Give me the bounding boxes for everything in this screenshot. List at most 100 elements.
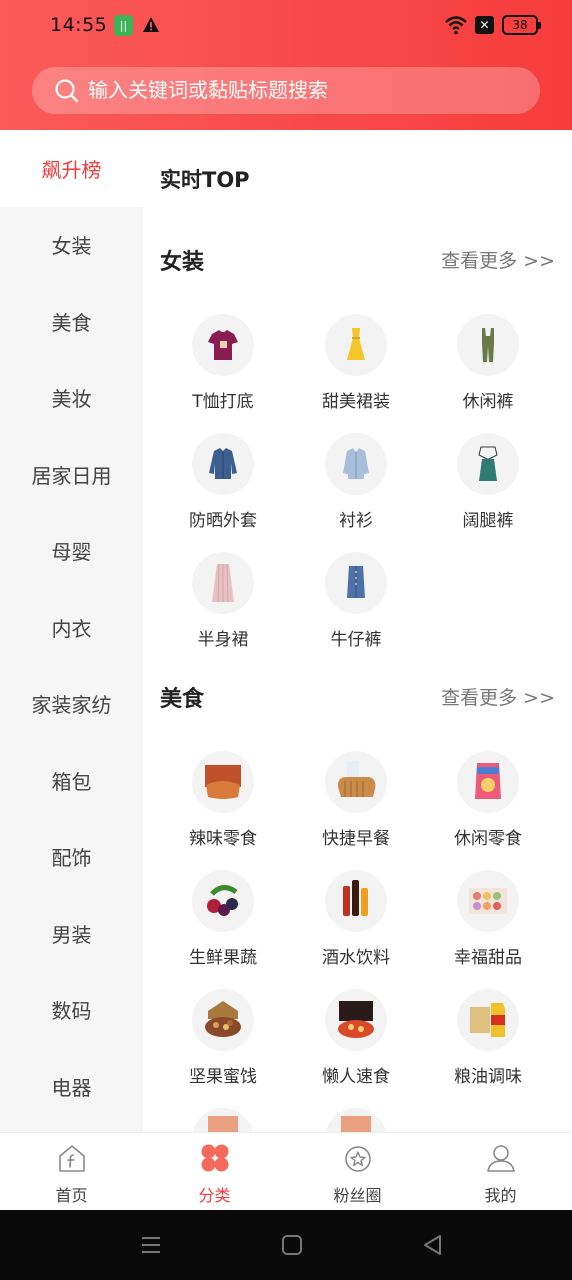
home-icon bbox=[59, 1145, 85, 1172]
subcategory-item[interactable] bbox=[290, 1108, 422, 1132]
tab-fans[interactable]: 粉丝圈 bbox=[286, 1133, 429, 1211]
subcategory-item[interactable]: 粮油调味 bbox=[422, 989, 554, 1109]
subcategory-item[interactable]: 酒水饮料 bbox=[290, 870, 422, 990]
sidebar-item[interactable]: 男装 bbox=[0, 895, 143, 972]
warning-icon bbox=[143, 17, 159, 32]
skirt-icon bbox=[192, 552, 254, 614]
category-section: 女装 查看更多 >> T恤打底 甜美裙装 休闲裤防晒外套 衬衫 阔腿裤半身裙 牛仔裤 bbox=[143, 238, 572, 650]
sidebar-item[interactable]: 居家日用 bbox=[0, 436, 143, 513]
shirt-icon bbox=[325, 433, 387, 495]
subcategory-label: 阔腿裤 bbox=[462, 511, 514, 531]
search-bar[interactable]: 输入关键词或黏贴标题搜索 bbox=[32, 67, 540, 114]
wifi-icon bbox=[445, 16, 467, 35]
denim-skirt-icon bbox=[325, 552, 387, 614]
sidebar-item[interactable]: 飙升榜 bbox=[0, 130, 143, 207]
subcategory-item[interactable]: 幸福甜品 bbox=[422, 870, 554, 990]
home-button-icon[interactable] bbox=[280, 1234, 304, 1256]
subcategory-label: 休闲零食 bbox=[454, 829, 522, 849]
category-section: 美食 查看更多 >> 辣味零食 快捷早餐 休闲零食生鲜果蔬 酒水饮料 幸福甜品坚果蜜饯 懒人速… bbox=[143, 675, 572, 1087]
tab-label: 粉丝圈 bbox=[333, 1186, 382, 1205]
subcategory-item[interactable] bbox=[157, 1108, 289, 1132]
no-sim-icon: ✕ bbox=[475, 16, 494, 34]
berries-icon bbox=[192, 870, 254, 932]
drinks-icon bbox=[325, 870, 387, 932]
sidebar-item[interactable]: 箱包 bbox=[0, 742, 143, 819]
subcategory-item[interactable]: 休闲零食 bbox=[422, 751, 554, 871]
sidebar-item[interactable]: 女装 bbox=[0, 207, 143, 284]
status-time: 14:55 bbox=[50, 14, 108, 36]
tab-home[interactable]: 首页 bbox=[0, 1133, 143, 1211]
user-icon bbox=[487, 1145, 515, 1172]
sidebar-item[interactable]: 家装家纺 bbox=[0, 666, 143, 743]
subcategory-label: 衬衫 bbox=[339, 511, 373, 531]
subcategory-item[interactable]: 懒人速食 bbox=[290, 989, 422, 1109]
sidebar-item[interactable]: 美食 bbox=[0, 283, 143, 360]
nuts-icon bbox=[192, 989, 254, 1051]
sidebar-item[interactable]: 数码 bbox=[0, 972, 143, 1049]
status-bar: 14:55 || ✕ 38 bbox=[0, 0, 572, 52]
subcategory-label: 坚果蜜饯 bbox=[189, 1067, 257, 1087]
denim-jacket-icon bbox=[192, 433, 254, 495]
subcategory-label: 快捷早餐 bbox=[322, 829, 390, 849]
subcategory-item[interactable]: 衬衫 bbox=[290, 433, 422, 553]
realtime-top-title: 实时TOP bbox=[160, 168, 250, 192]
subcategory-label: 休闲裤 bbox=[462, 392, 514, 412]
dress-icon bbox=[325, 314, 387, 376]
oil-icon bbox=[457, 989, 519, 1051]
subcategory-label: 幸福甜品 bbox=[454, 948, 522, 968]
sidebar-item[interactable]: 内衣 bbox=[0, 589, 143, 666]
tab-label: 我的 bbox=[484, 1186, 517, 1205]
subcategory-label: 半身裙 bbox=[197, 630, 249, 650]
search-input[interactable]: 输入关键词或黏贴标题搜索 bbox=[88, 67, 328, 114]
jumpsuit-icon bbox=[457, 314, 519, 376]
view-more-link[interactable]: 查看更多 >> bbox=[441, 683, 555, 710]
subcategory-label: 生鲜果蔬 bbox=[189, 948, 257, 968]
subcategory-item[interactable]: 生鲜果蔬 bbox=[157, 870, 289, 990]
sidebar-item[interactable]: 配饰 bbox=[0, 819, 143, 896]
subcategory-item[interactable]: 休闲裤 bbox=[422, 314, 554, 434]
menu-icon[interactable] bbox=[139, 1234, 163, 1256]
subcategory-label: 懒人速食 bbox=[322, 1067, 390, 1087]
subcategory-item[interactable]: 阔腿裤 bbox=[422, 433, 554, 553]
subcategory-label: 辣味零食 bbox=[189, 829, 257, 849]
sidebar-item[interactable]: 美妆 bbox=[0, 360, 143, 437]
subcategory-label: 防晒外套 bbox=[189, 511, 257, 531]
system-nav-bar bbox=[0, 1210, 572, 1280]
section-title: 女装 bbox=[160, 250, 205, 275]
category-icon bbox=[201, 1144, 229, 1172]
view-more-link[interactable]: 查看更多 >> bbox=[441, 246, 555, 273]
subcategory-item[interactable]: 防晒外套 bbox=[157, 433, 289, 553]
product-thumbnail-icon bbox=[325, 1108, 387, 1132]
section-header: 女装 查看更多 >> bbox=[143, 238, 572, 278]
category-sidebar: 飙升榜 女装 美食 美妆 居家日用 母婴 内衣 家装家纺 箱包 配饰 男装 数码 电器 bbox=[0, 130, 143, 1132]
subcategory-item[interactable]: 半身裙 bbox=[157, 552, 289, 672]
subcategory-item[interactable]: T恤打底 bbox=[157, 314, 289, 434]
instant-food-icon bbox=[325, 989, 387, 1051]
subcategory-item[interactable]: 甜美裙装 bbox=[290, 314, 422, 434]
sidebar-item[interactable]: 母婴 bbox=[0, 513, 143, 590]
tab-label: 首页 bbox=[55, 1186, 88, 1205]
tab-label: 分类 bbox=[198, 1186, 231, 1205]
app-notification-icon: || bbox=[114, 15, 133, 36]
header: 14:55 || ✕ 38 输入关键词或黏贴标题搜索 bbox=[0, 0, 572, 130]
macaron-icon bbox=[457, 870, 519, 932]
bread-icon bbox=[325, 751, 387, 813]
subcategory-label: 粮油调味 bbox=[454, 1067, 522, 1087]
subcategory-item[interactable]: 辣味零食 bbox=[157, 751, 289, 871]
subcategory-item[interactable]: 坚果蜜饯 bbox=[157, 989, 289, 1109]
subcategory-label: T恤打底 bbox=[192, 392, 254, 412]
wide-pants-icon bbox=[457, 433, 519, 495]
back-icon[interactable] bbox=[421, 1234, 445, 1256]
tab-mine[interactable]: 我的 bbox=[429, 1133, 572, 1211]
subcategory-item[interactable]: 快捷早餐 bbox=[290, 751, 422, 871]
subcategory-label: 甜美裙装 bbox=[322, 392, 390, 412]
tab-category[interactable]: 分类 bbox=[143, 1133, 286, 1211]
subcategory-item[interactable]: 牛仔裤 bbox=[290, 552, 422, 672]
section-title: 美食 bbox=[160, 687, 205, 712]
search-icon bbox=[55, 79, 79, 103]
subcategory-label: 牛仔裤 bbox=[330, 630, 382, 650]
sidebar-item[interactable]: 电器 bbox=[0, 1048, 143, 1125]
chips-icon bbox=[457, 751, 519, 813]
bottom-tab-bar: 首页 分类 粉丝圈 我的 bbox=[0, 1132, 572, 1210]
tshirt-icon bbox=[192, 314, 254, 376]
